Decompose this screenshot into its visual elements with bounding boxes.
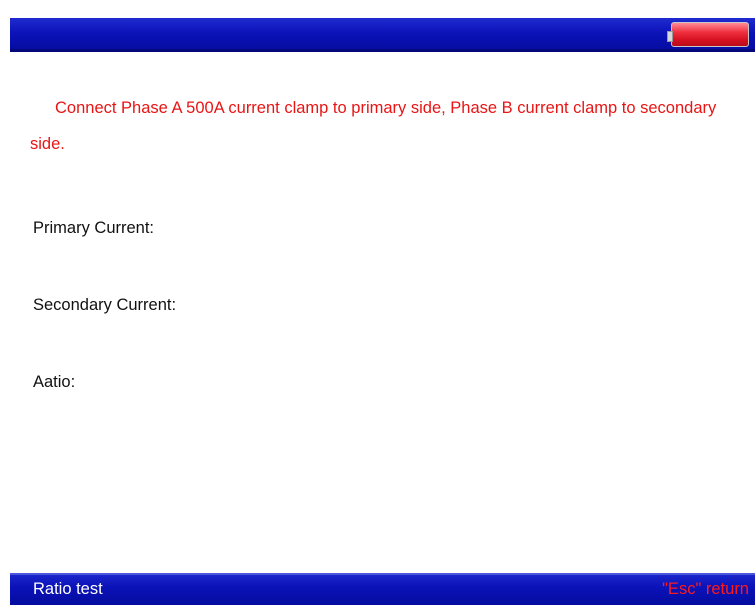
top-status-bar [10, 18, 755, 52]
bottom-status-bar: Ratio test "Esc" return [10, 573, 755, 605]
secondary-current-label: Secondary Current: [33, 296, 177, 314]
ratio-label: Aatio: [33, 373, 76, 391]
instruction-text: Connect Phase A 500A current clamp to pr… [30, 99, 717, 153]
screen-title: Ratio test [33, 580, 103, 598]
esc-return-hint[interactable]: "Esc" return [662, 580, 749, 599]
battery-icon [667, 22, 749, 47]
primary-current-label: Primary Current: [33, 219, 155, 237]
